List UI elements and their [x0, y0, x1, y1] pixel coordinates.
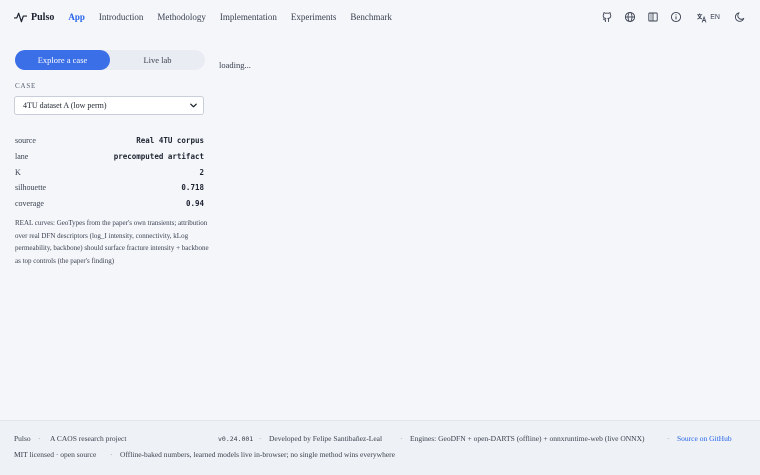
nav-app[interactable]: App: [68, 12, 85, 22]
brand[interactable]: Pulso: [14, 11, 54, 23]
header-icons: EN: [590, 0, 746, 34]
stat-key: K: [15, 167, 21, 177]
case-section-label: CASE: [15, 82, 37, 90]
language-label: EN: [710, 13, 720, 21]
case-select[interactable]: 4TU dataset A (low perm): [14, 96, 204, 115]
footer-license: MIT licensed · open source: [14, 450, 97, 459]
stat-value: precomputed artifact: [113, 151, 204, 161]
tab-live-lab[interactable]: Live lab: [110, 50, 205, 70]
loading-indicator: loading...: [219, 60, 251, 70]
nav-benchmark[interactable]: Benchmark: [350, 12, 391, 22]
tab-explore-case[interactable]: Explore a case: [15, 50, 110, 70]
footer-separator: ·: [259, 434, 262, 443]
footer-separator: ·: [110, 450, 113, 459]
pulse-logo-icon: [14, 12, 27, 23]
footer-developer: Developed by Felipe Santibañez-Leal: [269, 434, 383, 443]
footer-brand: Pulso: [14, 434, 31, 443]
main-nav: App Introduction Methodology Implementat…: [68, 12, 405, 22]
language-switcher[interactable]: EN: [696, 12, 720, 23]
stat-value: Real 4TU corpus: [136, 135, 204, 145]
top-navbar: Pulso App Introduction Methodology Imple…: [0, 0, 760, 34]
globe-icon[interactable]: [624, 11, 636, 23]
stat-row-silhouette: silhouette 0.718: [15, 181, 204, 193]
nav-implementation[interactable]: Implementation: [220, 12, 277, 22]
stat-value: 0.718: [181, 182, 204, 192]
translate-icon: [697, 12, 707, 22]
footer-separator: ·: [400, 434, 403, 443]
info-icon[interactable]: [670, 11, 682, 23]
footer-separator: ·: [667, 434, 670, 443]
book-icon[interactable]: [647, 11, 659, 23]
github-icon[interactable]: [601, 11, 613, 23]
stat-key: coverage: [15, 198, 44, 208]
footer-version: v0.24.001: [218, 435, 254, 443]
footer: Pulso · A CAOS research project v0.24.00…: [0, 420, 760, 475]
case-select-value: 4TU dataset A (low perm): [23, 101, 107, 110]
brand-name: Pulso: [31, 11, 55, 23]
stat-value: 0.94: [185, 198, 204, 208]
stat-value: 2: [199, 167, 204, 177]
footer-separator: ·: [38, 434, 41, 443]
footer-disclaimer: Offline-baked numbers, learned models li…: [120, 450, 395, 459]
stat-key: silhouette: [15, 182, 47, 192]
stat-key: lane: [15, 151, 29, 161]
chevron-down-icon: [190, 103, 197, 108]
stat-row-source: source Real 4TU corpus: [15, 134, 204, 146]
github-source-link[interactable]: Source on GitHub: [677, 434, 732, 443]
nav-methodology[interactable]: Methodology: [157, 12, 206, 22]
nav-introduction[interactable]: Introduction: [99, 12, 144, 22]
footer-engines: Engines: GeoDFN + open-DARTS (offline) +…: [410, 434, 645, 443]
mode-tabs: Explore a case Live lab: [15, 50, 205, 70]
nav-experiments[interactable]: Experiments: [291, 12, 337, 22]
stat-row-k: K 2: [15, 166, 204, 178]
moon-icon[interactable]: [734, 11, 746, 23]
footer-tagline: A CAOS research project: [50, 434, 127, 443]
case-description: REAL curves: GeoTypes from the paper's o…: [15, 219, 209, 265]
stat-row-lane: lane precomputed artifact: [15, 150, 204, 162]
stat-row-coverage: coverage 0.94: [15, 197, 204, 209]
stat-key: source: [15, 135, 36, 145]
